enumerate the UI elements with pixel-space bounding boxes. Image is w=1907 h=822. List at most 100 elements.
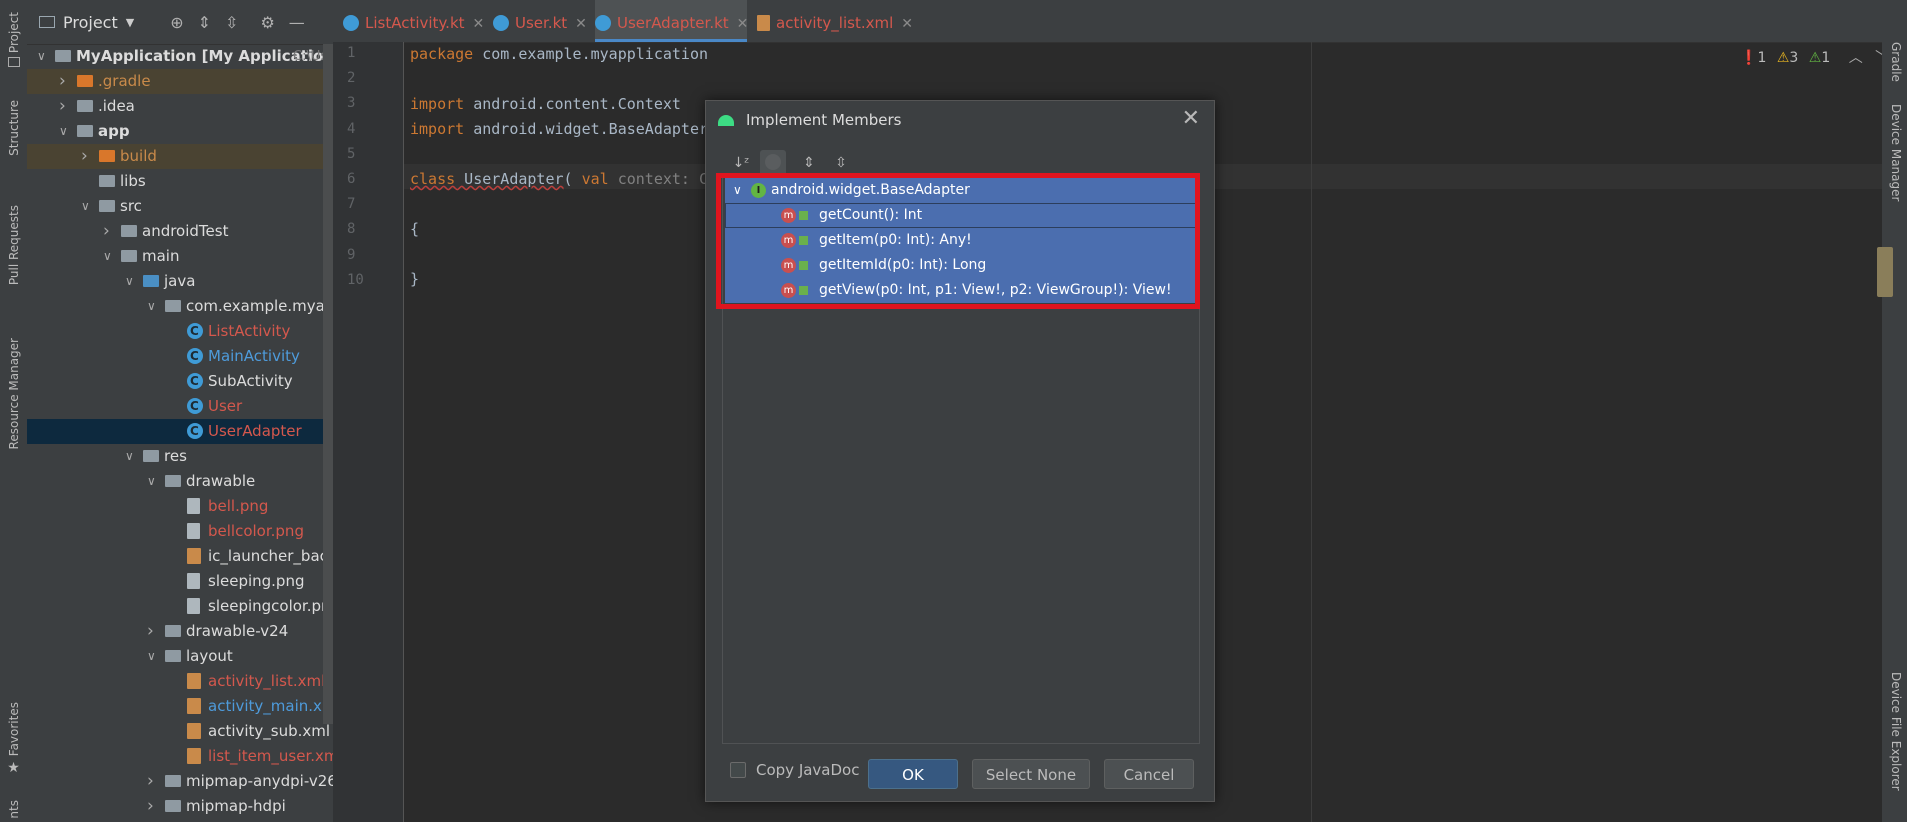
- folder-icon: [121, 250, 137, 262]
- gear-icon[interactable]: ⚙: [260, 13, 274, 32]
- tree-row[interactable]: ∨ main: [27, 244, 333, 269]
- editor-scrollbar-thumb[interactable]: [1877, 247, 1893, 297]
- tool-tab-structure[interactable]: Structure: [0, 100, 27, 156]
- tree-row[interactable]: ∨ layout: [27, 644, 333, 669]
- tree-row[interactable]: ∨ java: [27, 269, 333, 294]
- chevron-down-icon[interactable]: ∨: [103, 244, 115, 269]
- chevron-down-icon[interactable]: ▼: [126, 16, 134, 29]
- chevron-down-icon[interactable]: ∨: [125, 269, 137, 294]
- close-icon[interactable]: ✕: [901, 16, 913, 32]
- collapse-all-icon[interactable]: ⇳: [225, 13, 238, 32]
- show-classes-icon[interactable]: [760, 150, 786, 176]
- project-view-selector[interactable]: Project: [63, 13, 118, 32]
- tree-row[interactable]: activity_list.xml: [27, 669, 333, 694]
- editor-tab[interactable]: ListActivity.kt ✕: [343, 0, 485, 42]
- tree-row-label: drawable-v24: [186, 622, 289, 640]
- tree-row[interactable]: MainActivity: [27, 344, 333, 369]
- tree-row[interactable]: ∨ src: [27, 194, 333, 219]
- expand-all-icon[interactable]: ⇕: [796, 150, 822, 176]
- chevron-down-icon[interactable]: ∨: [733, 178, 742, 203]
- code-line-4: import android.widget.BaseAdapter: [410, 117, 708, 142]
- tree-row[interactable]: sleeping.png: [27, 569, 333, 594]
- tree-row[interactable]: › mipmap-hdpi: [27, 794, 333, 819]
- tree-row[interactable]: ∨ res: [27, 444, 333, 469]
- editor-tab[interactable]: UserAdapter.kt ✕: [595, 0, 749, 42]
- tree-row[interactable]: › .idea: [27, 94, 333, 119]
- tree-row[interactable]: activity_sub.xml: [27, 719, 333, 744]
- tree-row-label: MainActivity: [208, 347, 300, 365]
- member-group-row[interactable]: ∨ I android.widget.BaseAdapter: [725, 178, 1197, 203]
- chevron-down-icon[interactable]: ∨: [59, 119, 71, 144]
- tree-row[interactable]: ∨ app: [27, 119, 333, 144]
- member-row[interactable]: m getCount(): Int: [725, 203, 1197, 228]
- chevron-down-icon[interactable]: ∨: [147, 644, 159, 669]
- tool-tab-device-file-explorer[interactable]: Device File Explorer: [1886, 672, 1906, 791]
- project-panel-scrollbar[interactable]: [323, 44, 333, 724]
- class-name: UserAdapter: [455, 170, 564, 188]
- chevron-down-icon[interactable]: ∨: [125, 444, 137, 469]
- chevron-down-icon[interactable]: ∨: [81, 194, 93, 219]
- tool-tab-device-manager[interactable]: Device Manager: [1886, 104, 1906, 201]
- collapse-all-icon[interactable]: ⇳: [828, 150, 854, 176]
- chevron-right-icon[interactable]: ›: [59, 94, 71, 119]
- chevron-down-icon[interactable]: ∨: [147, 469, 159, 494]
- ok-button[interactable]: OK: [868, 759, 958, 789]
- copy-javadoc-checkbox[interactable]: Copy JavaDoc: [730, 761, 859, 779]
- tree-row[interactable]: › .gradle: [27, 69, 333, 94]
- tree-row[interactable]: list_item_user.xml: [27, 744, 333, 769]
- close-icon[interactable]: ✕: [737, 16, 749, 32]
- tree-row[interactable]: activity_main.xml: [27, 694, 333, 719]
- editor-tab[interactable]: User.kt ✕: [493, 0, 587, 42]
- tool-tab-project[interactable]: Project: [0, 12, 27, 68]
- chevron-down-icon[interactable]: ∨: [37, 44, 49, 69]
- tree-row[interactable]: ∨ drawable: [27, 469, 333, 494]
- tree-row[interactable]: bell.png: [27, 494, 333, 519]
- member-row[interactable]: m getItem(p0: Int): Any!: [725, 228, 1197, 253]
- weak-warning-count: 1: [1821, 50, 1831, 66]
- tool-tab-favorites[interactable]: Favorites ★: [0, 702, 27, 776]
- code-text: android.widget.BaseAdapter: [464, 120, 709, 138]
- tree-row[interactable]: › androidTest: [27, 219, 333, 244]
- chevron-up-icon[interactable]: ︿: [1849, 50, 1863, 66]
- minimize-icon[interactable]: —: [289, 13, 305, 32]
- close-icon[interactable]: ✕: [575, 16, 587, 32]
- tree-row[interactable]: ∨ MyApplication [My Application] C:\Us: [27, 44, 333, 69]
- inspection-widget[interactable]: ❗1 ⚠3 ⚠1 ︿ ﹀: [1740, 47, 1889, 67]
- chevron-right-icon[interactable]: ›: [59, 69, 71, 94]
- tool-tab-resource-manager[interactable]: Resource Manager: [0, 338, 27, 449]
- tree-row[interactable]: › build: [27, 144, 333, 169]
- chevron-right-icon[interactable]: ›: [103, 219, 115, 244]
- chevron-right-icon[interactable]: ›: [81, 144, 93, 169]
- select-none-button[interactable]: Select None: [972, 759, 1090, 789]
- tree-row[interactable]: ∨ com.example.myapplica: [27, 294, 333, 319]
- tool-tab-structure-bottom[interactable]: nts: [0, 800, 27, 819]
- tree-row[interactable]: ic_launcher_backgro: [27, 544, 333, 569]
- tree-row[interactable]: bellcolor.png: [27, 519, 333, 544]
- tree-row[interactable]: sleepingcolor.png: [27, 594, 333, 619]
- tree-row[interactable]: UserAdapter: [27, 419, 333, 444]
- tree-row[interactable]: › mipmap-anydpi-v26: [27, 769, 333, 794]
- tree-row[interactable]: ListActivity: [27, 319, 333, 344]
- chevron-right-icon[interactable]: ›: [147, 769, 159, 794]
- tree-row[interactable]: SubActivity: [27, 369, 333, 394]
- line-number: 6: [347, 171, 356, 187]
- tree-row[interactable]: › drawable-v24: [27, 619, 333, 644]
- locate-icon[interactable]: ⊕: [170, 13, 183, 32]
- tree-row-label: build: [120, 147, 157, 165]
- tool-tab-gradle[interactable]: Gradle: [1886, 42, 1906, 82]
- tool-tab-pull-requests[interactable]: Pull Requests: [0, 205, 27, 285]
- tree-row[interactable]: libs: [27, 169, 333, 194]
- tree-row[interactable]: User: [27, 394, 333, 419]
- close-icon[interactable]: ✕: [1182, 106, 1200, 131]
- chevron-right-icon[interactable]: ›: [147, 794, 159, 819]
- expand-all-icon[interactable]: ⇕: [198, 13, 211, 32]
- checkbox-box[interactable]: [730, 762, 746, 778]
- close-icon[interactable]: ✕: [473, 16, 485, 32]
- member-row[interactable]: m getView(p0: Int, p1: View!, p2: ViewGr…: [725, 278, 1197, 303]
- chevron-right-icon[interactable]: ›: [147, 619, 159, 644]
- chevron-down-icon[interactable]: ∨: [147, 294, 159, 319]
- member-row[interactable]: m getItemId(p0: Int): Long: [725, 253, 1197, 278]
- editor-tab[interactable]: activity_list.xml ✕: [757, 0, 917, 42]
- sort-alphabetically-icon[interactable]: ↓ᶻ: [728, 150, 754, 176]
- cancel-button[interactable]: Cancel: [1104, 759, 1194, 789]
